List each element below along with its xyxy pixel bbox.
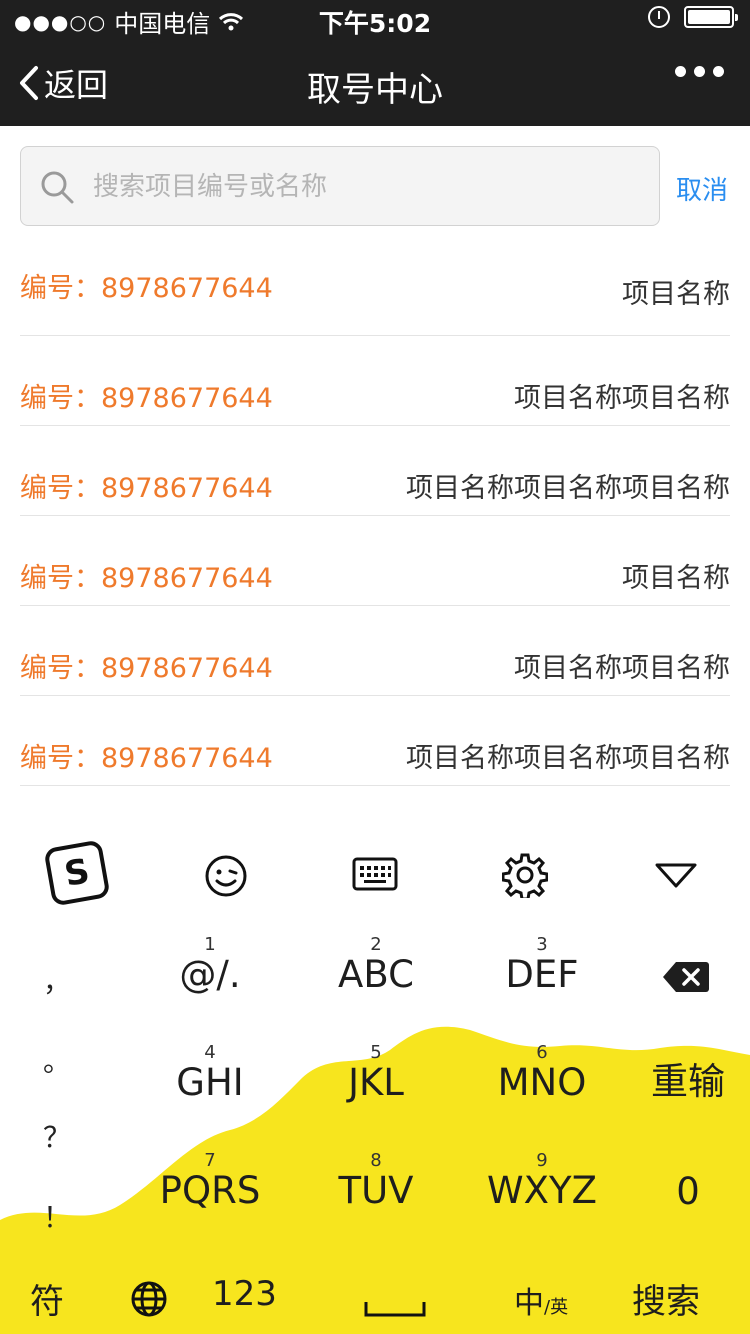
backspace-icon[interactable] — [662, 960, 710, 994]
lang-main: 中 — [514, 1286, 544, 1321]
cancel-button[interactable]: 取消 — [676, 170, 728, 207]
search-icon — [41, 171, 74, 204]
more-dot-icon — [713, 66, 724, 77]
zero-key[interactable]: 0 — [640, 1172, 736, 1212]
key-2[interactable]: 2 ABC — [316, 934, 436, 995]
language-toggle[interactable]: 中/英 — [514, 1278, 568, 1322]
project-name: 项目名称 — [622, 279, 730, 310]
more-button[interactable] — [675, 66, 724, 77]
key-period[interactable]: 。 — [40, 1040, 74, 1080]
numeric-key[interactable]: 123 — [212, 1274, 277, 1314]
alarm-icon — [648, 6, 670, 28]
project-name: 项目名称 — [622, 563, 730, 594]
gear-icon[interactable] — [502, 852, 548, 898]
collapse-keyboard-icon[interactable] — [654, 860, 698, 890]
globe-icon[interactable] — [130, 1280, 168, 1318]
list-item[interactable]: 编号：8978677644 项目名称 — [20, 516, 730, 606]
key-6[interactable]: 6 MNO — [482, 1042, 602, 1103]
search-key[interactable]: 搜索 — [632, 1274, 700, 1323]
top-bar: ●●●○○ 中国电信 下午5:02 返回 取号中心 — [0, 0, 750, 126]
project-code: 编号：8978677644 — [20, 383, 273, 414]
nav-bar: 返回 取号中心 — [0, 40, 750, 126]
key-9[interactable]: 9 WXYZ — [472, 1150, 612, 1211]
keyboard: S ， 。 ？ ！ 1 @/. 2 ABC 3 DEF 4 GHI 5 JKL … — [0, 800, 750, 1334]
project-code: 编号：8978677644 — [20, 273, 273, 304]
key-question[interactable]: ？ — [40, 1116, 74, 1156]
project-name: 项目名称项目名称项目名称 — [406, 473, 730, 504]
project-name: 项目名称项目名称 — [514, 653, 730, 684]
project-code: 编号：8978677644 — [20, 743, 273, 774]
key-5[interactable]: 5 JKL — [316, 1042, 436, 1103]
list-item[interactable]: 编号：8978677644 项目名称项目名称 — [20, 336, 730, 426]
key-4[interactable]: 4 GHI — [150, 1042, 270, 1103]
key-8[interactable]: 8 TUV — [316, 1150, 436, 1211]
emoji-icon[interactable] — [204, 854, 248, 898]
space-bar[interactable] — [364, 1300, 426, 1318]
status-bar: ●●●○○ 中国电信 下午5:02 — [0, 0, 750, 40]
project-code: 编号：8978677644 — [20, 563, 273, 594]
sogou-logo-icon[interactable]: S — [44, 840, 110, 906]
page-title: 取号中心 — [307, 70, 443, 110]
project-name: 项目名称项目名称 — [514, 383, 730, 414]
list-item[interactable]: 编号：8978677644 项目名称项目名称项目名称 — [20, 696, 730, 786]
battery-icon — [684, 6, 738, 28]
key-7[interactable]: 7 PQRS — [140, 1150, 280, 1211]
keyboard-icon[interactable] — [352, 856, 398, 892]
more-dot-icon — [675, 66, 686, 77]
lang-sub: /英 — [544, 1297, 569, 1318]
key-exclamation[interactable]: ！ — [40, 1196, 74, 1236]
project-code: 编号：8978677644 — [20, 653, 273, 684]
list-item[interactable]: 编号：8978677644 项目名称项目名称 — [20, 606, 730, 696]
project-code: 编号：8978677644 — [20, 473, 273, 504]
key-1[interactable]: 1 @/. — [150, 934, 270, 995]
more-dot-icon — [694, 66, 705, 77]
key-comma[interactable]: ， — [40, 960, 74, 1000]
project-list: 编号：8978677644 项目名称 编号：8978677644 项目名称项目名… — [20, 226, 730, 786]
reenter-key[interactable]: 重输 — [640, 1062, 736, 1102]
status-time: 下午5:02 — [318, 9, 432, 38]
list-item[interactable]: 编号：8978677644 项目名称 — [20, 226, 730, 336]
key-3[interactable]: 3 DEF — [482, 934, 602, 995]
search-box[interactable] — [20, 146, 660, 226]
list-item[interactable]: 编号：8978677644 项目名称项目名称项目名称 — [20, 426, 730, 516]
search-input[interactable] — [91, 163, 635, 211]
symbol-key[interactable]: 符 — [30, 1274, 64, 1323]
project-name: 项目名称项目名称项目名称 — [406, 743, 730, 774]
